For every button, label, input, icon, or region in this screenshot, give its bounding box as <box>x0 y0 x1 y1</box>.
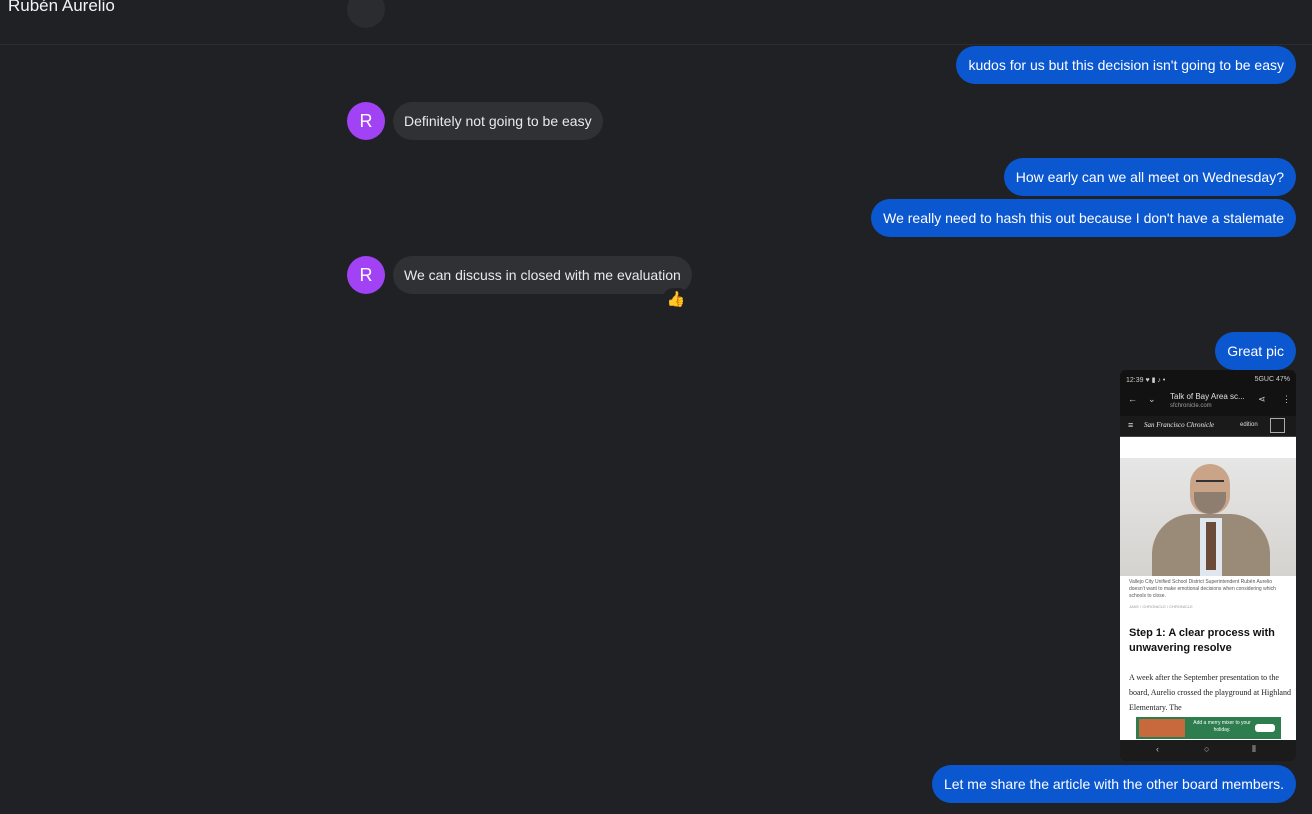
status-time: 12:39 <box>1126 377 1144 384</box>
share-icon: ⋖ <box>1258 394 1266 404</box>
account-icon <box>1270 418 1285 433</box>
phone-nav-bar: ‹ ○ ⦀ <box>1120 740 1296 761</box>
message-thread: kudos for us but this decision isn't goi… <box>0 44 1312 814</box>
image-attachment[interactable]: 12:39 ♥ ▮ ♪ • 5GUC 47% ← ⌄ Talk of Bay A… <box>1120 370 1296 761</box>
back-arrow-icon: ← <box>1128 394 1137 404</box>
masthead-logo: San Francisco Chronicle <box>1144 421 1215 429</box>
site-url: sfchronicle.com <box>1170 403 1212 409</box>
article-headline: Step 1: A clear process with unwavering … <box>1129 627 1275 654</box>
photo-caption: Vallejo City Unified School District Sup… <box>1129 579 1276 599</box>
message-incoming[interactable]: We can discuss in closed with me evaluat… <box>393 256 692 294</box>
contact-name[interactable]: Rubén Aurelio <box>8 0 115 16</box>
ad-image <box>1139 719 1185 737</box>
article-photo <box>1120 458 1296 576</box>
message-outgoing[interactable]: kudos for us but this decision isn't goi… <box>956 46 1296 84</box>
menu-icon: ≡ <box>1128 420 1134 430</box>
article-masthead: ≡ San Francisco Chronicle edition <box>1120 416 1296 437</box>
thumbs-up-reaction-icon[interactable]: 👍 <box>662 288 690 312</box>
photo-credit: JAKE / CHRONICLE / CHRONICLE <box>1129 604 1193 609</box>
message-outgoing[interactable]: Great pic <box>1215 332 1296 370</box>
message-outgoing[interactable]: We really need to hash this out because … <box>871 199 1296 237</box>
header-avatar <box>347 0 385 28</box>
status-notification-icons: ♥ ▮ ♪ • <box>1145 377 1166 384</box>
home-icon: ○ <box>1204 744 1210 754</box>
phone-status-bar: 12:39 ♥ ▮ ♪ • 5GUC 47% <box>1126 376 1290 384</box>
article-body: A week after the September presentation … <box>1129 673 1291 712</box>
message-incoming[interactable]: Definitely not going to be easy <box>393 102 603 140</box>
more-vert-icon: ⋮ <box>1282 394 1291 404</box>
phone-browser-bar: ← ⌄ Talk of Bay Area sc... sfchronicle.c… <box>1120 390 1296 416</box>
edition-label: edition <box>1240 422 1258 428</box>
ad-button <box>1255 724 1275 732</box>
message-outgoing[interactable]: How early can we all meet on Wednesday? <box>1003 158 1296 196</box>
article-page: ≡ San Francisco Chronicle edition Vallej… <box>1120 416 1296 740</box>
recents-icon: ⦀ <box>1252 744 1256 754</box>
ad-banner: Add a merry mixer to your holiday. <box>1136 717 1281 739</box>
back-icon: ‹ <box>1156 744 1159 754</box>
site-title: Talk of Bay Area sc... <box>1170 392 1245 401</box>
ad-text: Add a merry mixer to your holiday. <box>1193 720 1251 733</box>
chevron-down-icon: ⌄ <box>1148 394 1156 404</box>
conversation-header: Rubén Aurelio <box>0 0 1312 45</box>
avatar[interactable]: R <box>347 102 385 140</box>
status-battery: 5GUC 47% <box>1254 376 1290 383</box>
avatar[interactable]: R <box>347 256 385 294</box>
message-outgoing[interactable]: Let me share the article with the other … <box>931 765 1296 803</box>
